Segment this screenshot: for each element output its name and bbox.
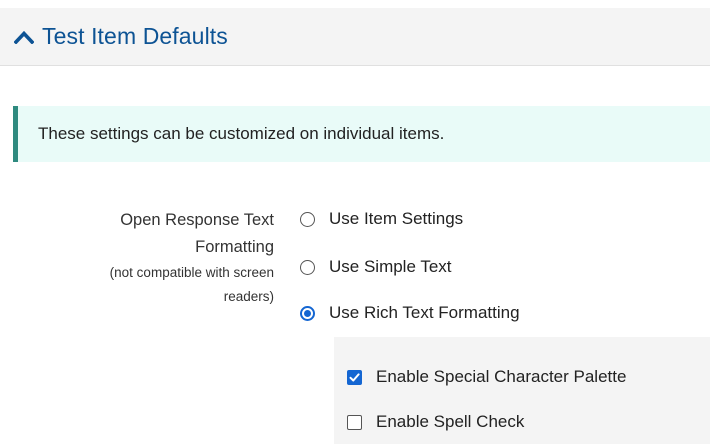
checkbox-checked[interactable] [347,369,362,385]
checkmark-icon [349,372,360,381]
radio-button[interactable] [300,211,315,227]
radio-button[interactable] [300,259,315,275]
checkbox-spell-check[interactable]: Enable Spell Check [347,412,524,432]
radio-use-rich-text-formatting[interactable]: Use Rich Text Formatting [300,303,520,323]
setting-note-line2: readers) [223,289,274,304]
radio-use-item-settings[interactable]: Use Item Settings [300,209,463,229]
checkbox-label: Enable Spell Check [376,412,525,431]
chevron-up-icon[interactable] [13,26,35,48]
info-callout: These settings can be customized on indi… [13,106,710,162]
radio-button-selected[interactable] [300,305,315,321]
radio-label: Use Simple Text [329,257,452,276]
radio-label: Use Rich Text Formatting [329,303,520,322]
section-header-toggle[interactable]: Test Item Defaults [0,8,710,66]
page: Test Item Defaults These settings can be… [0,0,710,444]
checkbox-special-character-palette[interactable]: Enable Special Character Palette [347,367,626,387]
setting-label-line2: Formatting [195,238,274,256]
setting-label: Open Response Text Formatting (not compa… [110,207,274,309]
checkbox-unchecked[interactable] [347,414,362,430]
radio-label: Use Item Settings [329,209,464,228]
info-text: These settings can be customized on indi… [38,124,445,143]
setting-note-line1: (not compatible with screen [109,265,274,280]
radio-use-simple-text[interactable]: Use Simple Text [300,257,452,277]
section-title: Test Item Defaults [42,23,228,49]
setting-label-line1: Open Response Text [120,211,274,229]
checkbox-label: Enable Special Character Palette [376,367,627,386]
